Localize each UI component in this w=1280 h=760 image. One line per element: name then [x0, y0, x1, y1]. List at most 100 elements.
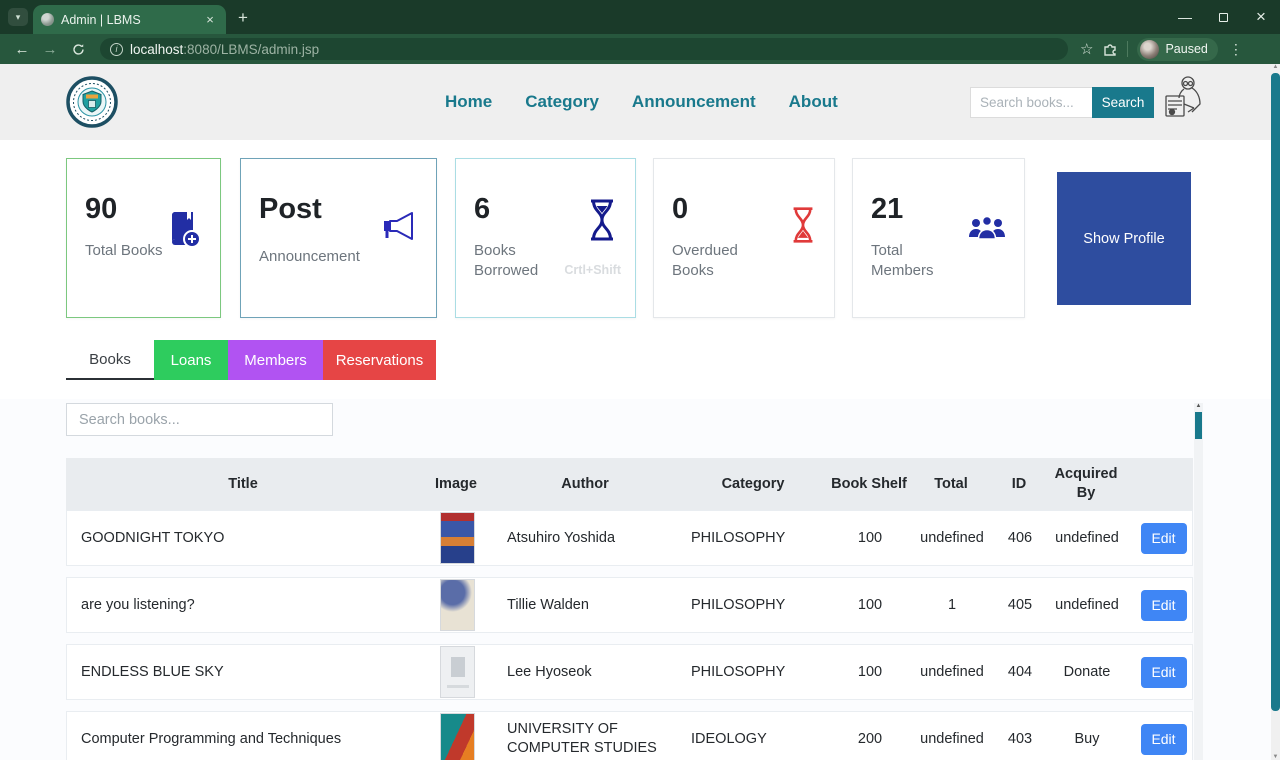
col-acquired-by: Acquired By — [1046, 465, 1126, 503]
nav-category[interactable]: Category — [525, 92, 599, 112]
new-tab-button[interactable]: + — [238, 8, 248, 28]
cell-author: Tillie Walden — [493, 596, 679, 615]
cell-id: 405 — [993, 597, 1047, 613]
nav-about[interactable]: About — [789, 92, 838, 112]
window-controls: — × — [1166, 0, 1280, 34]
post-announcement-value: Post — [259, 193, 322, 226]
page-scrollbar[interactable]: ▲ ▼ — [1271, 64, 1280, 760]
edit-button[interactable]: Edit — [1141, 590, 1187, 621]
col-author: Author — [492, 475, 678, 494]
section-tabs: Books Loans Members Reservations — [66, 340, 436, 380]
cell-title: are you listening? — [67, 597, 421, 613]
browser-tab[interactable]: Admin | LBMS × — [33, 5, 226, 34]
total-members-card[interactable]: 21 Total Members — [852, 158, 1025, 318]
cell-category: IDEOLOGY — [679, 731, 829, 747]
post-announcement-label: Announcement — [259, 247, 389, 267]
total-members-label: Total Members — [871, 241, 961, 281]
edit-button[interactable]: Edit — [1141, 724, 1187, 755]
university-logo[interactable] — [66, 76, 118, 128]
table-scrollbar-thumb[interactable] — [1195, 412, 1202, 439]
tab-reservations[interactable]: Reservations — [323, 340, 436, 380]
profile-button[interactable]: Paused — [1137, 38, 1217, 61]
cell-category: PHILOSOPHY — [679, 530, 829, 546]
forward-icon[interactable]: → — [38, 37, 62, 61]
cell-book-shelf: 200 — [829, 730, 911, 749]
reload-icon[interactable] — [66, 37, 90, 61]
bookmark-star-icon[interactable]: ☆ — [1080, 40, 1093, 58]
col-book-shelf: Book Shelf — [828, 475, 910, 494]
close-button[interactable]: × — [1242, 0, 1280, 34]
show-profile-button[interactable]: Show Profile — [1057, 172, 1191, 305]
tab-search-chevron-icon[interactable]: ▾ — [8, 8, 28, 26]
books-borrowed-card[interactable]: 6 Books Borrowed Crtl+Shift — [455, 158, 636, 318]
cell-author: UNIVERSITY OF COMPUTER STUDIES — [493, 720, 679, 758]
maximize-button[interactable] — [1204, 0, 1242, 34]
cell-id: 406 — [993, 530, 1047, 546]
cell-id: 404 — [993, 664, 1047, 680]
col-title: Title — [66, 476, 420, 492]
book-cover-image — [440, 579, 475, 631]
books-borrowed-hint: Crtl+Shift — [564, 263, 621, 277]
cell-acquired-by: undefined — [1047, 529, 1127, 548]
scroll-down-icon[interactable]: ▼ — [1271, 754, 1280, 760]
header-search-button[interactable]: Search — [1092, 87, 1154, 118]
col-id: ID — [992, 476, 1046, 492]
nav-home[interactable]: Home — [445, 92, 492, 112]
nav-announcement[interactable]: Announcement — [632, 92, 756, 112]
edit-button[interactable]: Edit — [1141, 523, 1187, 554]
tab-loans[interactable]: Loans — [154, 340, 228, 380]
overdued-books-card[interactable]: 0 Overdued Books — [653, 158, 835, 318]
header-search: Search — [970, 87, 1154, 118]
books-search-input[interactable] — [66, 403, 333, 436]
back-icon[interactable]: ← — [10, 37, 34, 61]
members-icon — [968, 215, 1006, 243]
dashboard-cards: 90 Total Books Post Announcement — [0, 158, 1280, 318]
col-category: Category — [678, 476, 828, 492]
hourglass-red-icon — [790, 207, 816, 243]
post-announcement-card[interactable]: Post Announcement — [240, 158, 437, 318]
total-books-card[interactable]: 90 Total Books — [66, 158, 221, 318]
address-bar[interactable]: i localhost:8080/LBMS/admin.jsp — [100, 38, 1068, 60]
cell-acquired-by: undefined — [1047, 596, 1127, 615]
table-row: are you listening? Tillie Walden PHILOSO… — [66, 577, 1193, 633]
edit-button[interactable]: Edit — [1141, 657, 1187, 688]
cell-book-shelf: 100 — [829, 529, 911, 548]
toolbar-right: ☆ Paused ⋮ — [1080, 38, 1243, 61]
browser-menu-icon[interactable]: ⋮ — [1229, 41, 1243, 58]
page-scrollbar-thumb[interactable] — [1271, 73, 1280, 711]
cell-total: 1 — [911, 597, 993, 613]
table-header: Title Image Author Category Book Shelf T… — [66, 458, 1193, 510]
cell-title: GOODNIGHT TOKYO — [67, 530, 421, 546]
cell-author: Lee Hyoseok — [493, 663, 679, 682]
col-image: Image — [420, 476, 492, 492]
table-scrollbar[interactable]: ▲ — [1194, 403, 1203, 760]
cell-acquired-by: Donate — [1047, 663, 1127, 682]
header-search-input[interactable] — [970, 87, 1092, 118]
site-info-icon[interactable]: i — [110, 43, 123, 56]
total-books-label: Total Books — [85, 241, 175, 261]
cell-acquired-by: Buy — [1047, 730, 1127, 749]
cell-title: Computer Programming and Techniques — [67, 731, 421, 747]
cell-category: PHILOSOPHY — [679, 597, 829, 613]
scroll-up-icon[interactable]: ▲ — [1194, 403, 1203, 409]
cell-title: ENDLESS BLUE SKY — [67, 664, 421, 680]
tab-members[interactable]: Members — [228, 340, 323, 380]
cell-category: PHILOSOPHY — [679, 664, 829, 680]
table-row: Computer Programming and Techniques UNIV… — [66, 711, 1193, 760]
tab-close-icon[interactable]: × — [202, 12, 218, 28]
overdued-books-label: Overdued Books — [672, 241, 762, 281]
overdued-books-value: 0 — [672, 193, 688, 226]
site-header: Home Category Announcement About Search — [0, 64, 1280, 140]
book-cover-image — [440, 646, 475, 698]
books-borrowed-label: Books Borrowed — [474, 241, 564, 281]
browser-toolbar: ← → i localhost:8080/LBMS/admin.jsp ☆ Pa… — [0, 34, 1280, 64]
table-row: GOODNIGHT TOKYO Atsuhiro Yoshida PHILOSO… — [66, 510, 1193, 566]
megaphone-icon — [378, 211, 418, 243]
extensions-puzzle-icon[interactable] — [1102, 41, 1118, 57]
scroll-up-icon[interactable]: ▲ — [1271, 64, 1280, 70]
url-path: :8080/LBMS/admin.jsp — [183, 42, 319, 57]
tab-books[interactable]: Books — [66, 340, 154, 380]
profile-avatar — [1140, 40, 1159, 59]
browser-window: ▾ Admin | LBMS × + — × ← → i localhost:8… — [0, 0, 1280, 760]
minimize-button[interactable]: — — [1166, 0, 1204, 34]
